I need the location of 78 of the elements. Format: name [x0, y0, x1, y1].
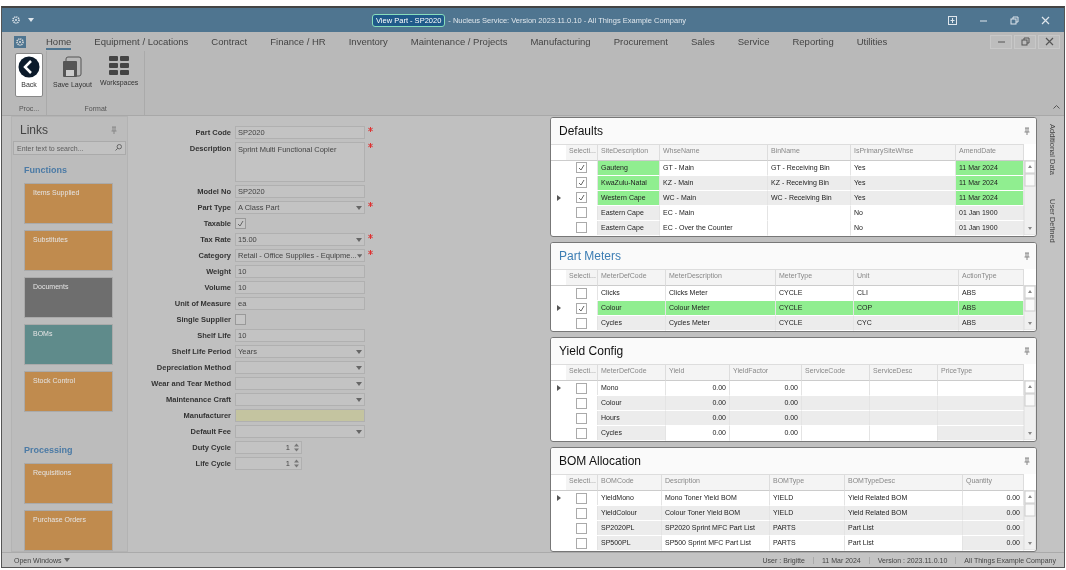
checkbox[interactable]: [576, 522, 587, 534]
panel-title: Part Meters: [559, 248, 621, 263]
dropdown-field[interactable]: [235, 393, 365, 406]
checkbox[interactable]: [576, 507, 587, 519]
checkmark-icon: [237, 220, 244, 227]
menu-tab[interactable]: Manufacturing: [530, 33, 591, 50]
checkbox[interactable]: [576, 317, 587, 329]
menu-tab[interactable]: Sales: [691, 33, 715, 50]
menu-tab[interactable]: Utilities: [856, 33, 888, 50]
scrollbar[interactable]: [1024, 380, 1036, 440]
menu-tab[interactable]: Equipment / Locations: [94, 33, 189, 50]
dropdown-field[interactable]: [235, 425, 365, 438]
dropdown-field[interactable]: [235, 361, 365, 374]
links-title: Links: [20, 123, 48, 137]
settings-icon[interactable]: [12, 16, 20, 24]
dropdown-caret-icon: [356, 365, 362, 370]
pin-icon[interactable]: [1024, 126, 1030, 135]
dropdown-caret-icon: [356, 397, 362, 402]
dropdown-caret-icon: [356, 349, 362, 354]
checkbox[interactable]: [576, 177, 587, 189]
checkbox[interactable]: [576, 302, 587, 314]
checkbox[interactable]: [576, 287, 587, 299]
dropdown-caret-icon: [356, 205, 362, 210]
checkbox[interactable]: [576, 427, 587, 439]
menu-tab[interactable]: Finance / HR: [270, 33, 326, 50]
settings-icon[interactable]: [16, 37, 24, 46]
pin-icon[interactable]: [1024, 457, 1030, 465]
spin-arrows-icon: [294, 459, 299, 468]
checkbox[interactable]: [576, 162, 587, 174]
caret-icon: [64, 558, 71, 562]
restore-icon[interactable]: [1010, 15, 1019, 25]
dropdown-caret-icon: [356, 253, 362, 258]
pin-icon[interactable]: [1024, 347, 1030, 355]
layout-icon[interactable]: [948, 15, 957, 25]
checkbox[interactable]: [576, 222, 587, 234]
checkbox[interactable]: [576, 412, 587, 424]
dropdown-caret-icon: [356, 429, 362, 434]
checkbox[interactable]: [235, 314, 246, 325]
checkbox[interactable]: [576, 537, 587, 549]
panel-title: BOM Allocation: [559, 454, 642, 468]
dropdown-field[interactable]: [235, 377, 365, 390]
checkbox[interactable]: [576, 397, 587, 409]
menu-tab[interactable]: Procurement: [613, 33, 668, 50]
close-icon[interactable]: [1044, 37, 1054, 46]
checkbox[interactable]: [576, 192, 587, 204]
lookup-field[interactable]: [235, 409, 365, 422]
scrollbar[interactable]: [1024, 285, 1036, 330]
grid-icon: [109, 56, 130, 76]
menu-tab[interactable]: Contract: [211, 33, 248, 50]
pin-icon[interactable]: [1024, 251, 1030, 260]
dropdown-caret-icon: [356, 381, 362, 386]
row-pointer-icon: [556, 495, 561, 501]
checkbox[interactable]: [576, 207, 587, 219]
panel-title: Yield Config: [559, 344, 624, 358]
row-pointer-icon: [556, 194, 561, 201]
checkmark-icon: [578, 304, 585, 312]
panel-title: Defaults: [559, 123, 604, 138]
menu-tab[interactable]: Inventory: [348, 33, 388, 50]
scrollbar[interactable]: [1024, 159, 1036, 235]
caret-icon[interactable]: [28, 18, 34, 22]
menu-tab[interactable]: Reporting: [792, 33, 834, 50]
checkbox[interactable]: [576, 492, 587, 504]
section-heading: Functions: [23, 164, 68, 177]
search-icon: [115, 144, 122, 151]
checkbox[interactable]: [235, 218, 246, 229]
menu-tab[interactable]: Home: [46, 33, 72, 50]
dropdown-caret-icon: [356, 237, 362, 242]
row-pointer-icon: [556, 305, 561, 311]
menu-tab[interactable]: Service: [737, 33, 770, 50]
spin-arrows-icon: [294, 443, 299, 452]
collapse-icon[interactable]: [1053, 105, 1060, 109]
section-heading: Processing: [23, 444, 74, 457]
checkbox[interactable]: [576, 382, 587, 394]
restore-icon[interactable]: [1020, 37, 1030, 46]
menu-tab[interactable]: Maintenance / Projects: [410, 33, 508, 50]
scrollbar[interactable]: [1024, 490, 1036, 550]
pin-icon[interactable]: [111, 126, 117, 134]
row-pointer-icon: [556, 385, 561, 391]
